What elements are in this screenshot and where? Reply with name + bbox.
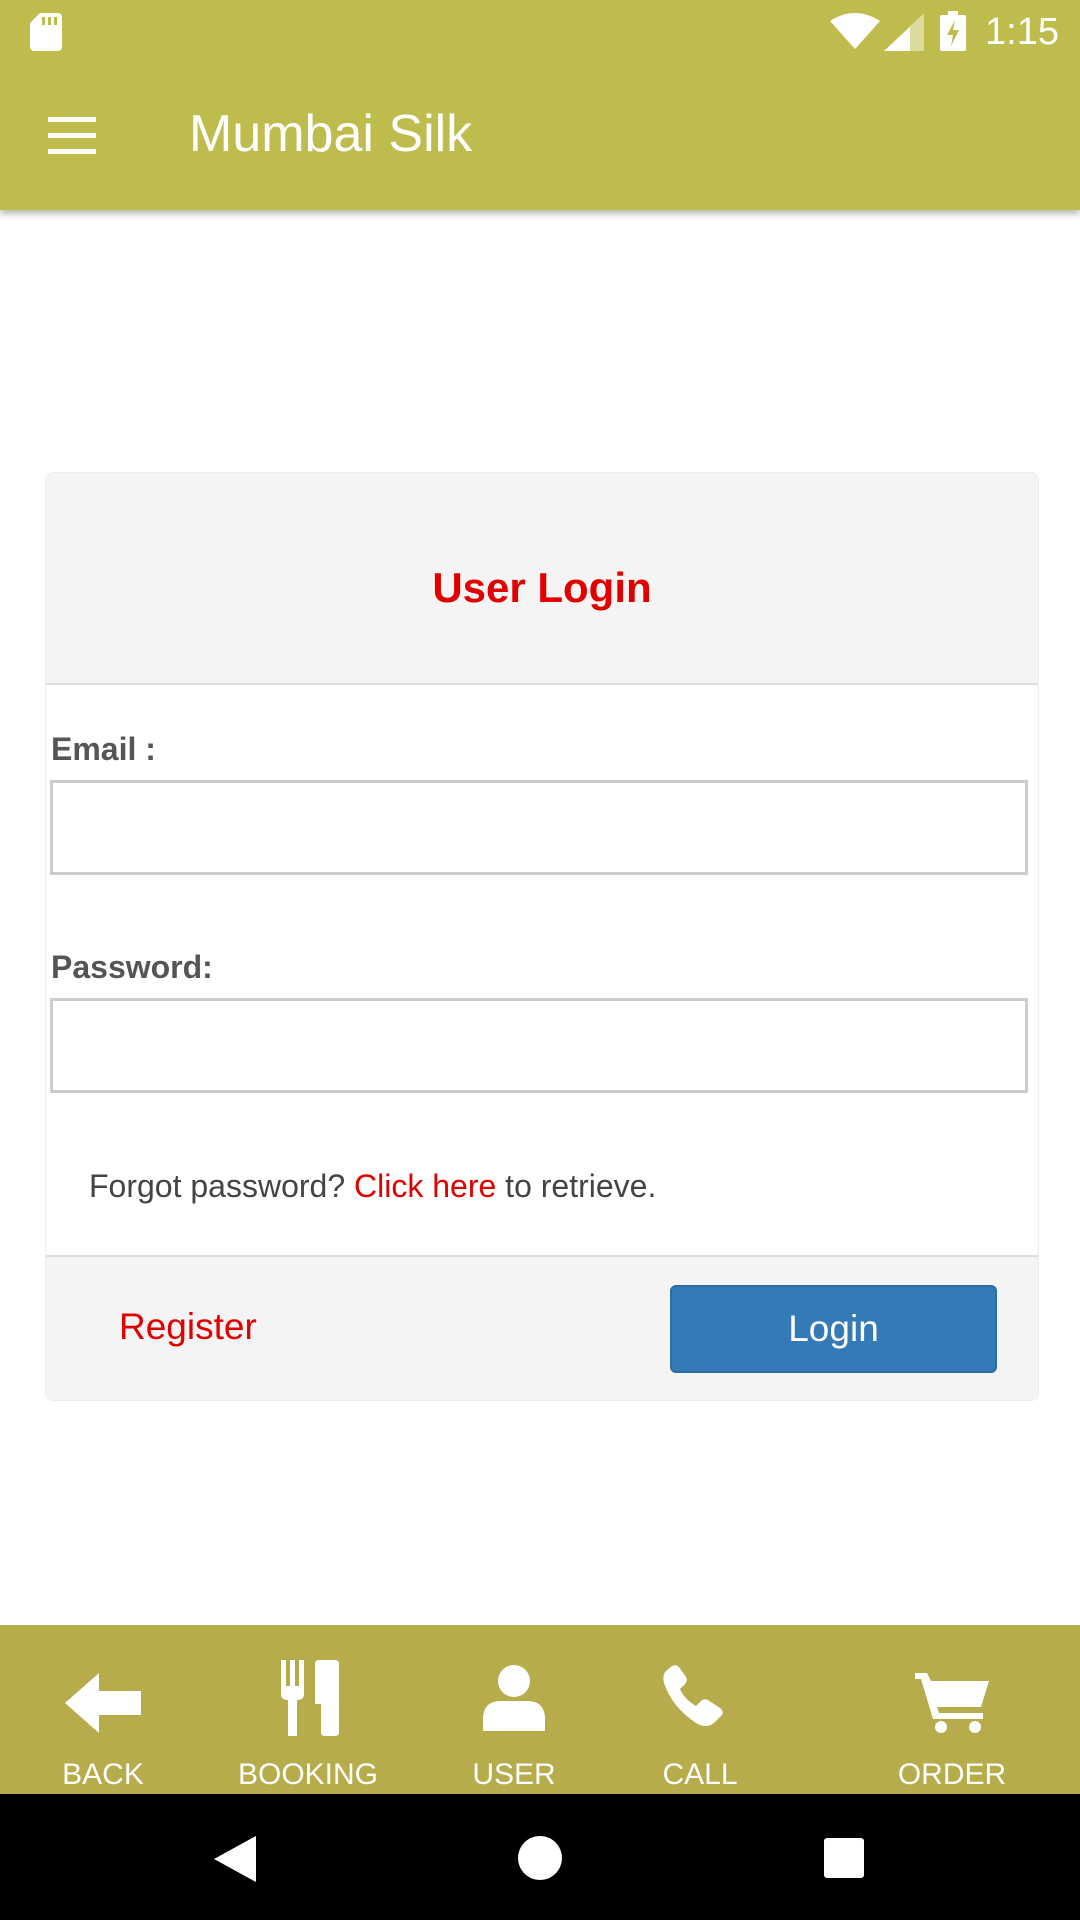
login-button[interactable]: Login: [670, 1285, 997, 1373]
nav-label-back: BACK: [62, 1758, 144, 1791]
login-card: User Login Email : Password: Forgot pass…: [45, 472, 1039, 1401]
forgot-password-row: Forgot password? Click here to retrieve.: [89, 1166, 656, 1206]
hamburger-menu-icon[interactable]: [40, 108, 104, 164]
status-clock: 1:15: [985, 11, 1059, 53]
register-link[interactable]: Register: [119, 1305, 257, 1349]
back-triangle-icon[interactable]: [214, 1836, 256, 1882]
bottom-nav: BACK BOOKING USER CALL ORDER: [0, 1625, 1080, 1794]
email-label: Email :: [51, 731, 156, 767]
sd-card-icon: [30, 13, 62, 51]
fork-knife-icon: [281, 1660, 339, 1736]
nav-label-order: ORDER: [897, 1758, 1007, 1791]
nav-item-user[interactable]: USER: [458, 1625, 570, 1794]
user-icon: [483, 1665, 545, 1731]
nav-item-call[interactable]: CALL: [644, 1625, 756, 1794]
battery-charging-icon: [940, 11, 966, 51]
login-title: User Login: [432, 564, 652, 611]
app-bar: Mumbai Silk: [0, 63, 1080, 210]
recents-square-icon[interactable]: [824, 1838, 864, 1878]
password-label: Password:: [51, 949, 213, 985]
status-bar: 1:15: [0, 0, 1080, 63]
home-circle-icon[interactable]: [518, 1836, 562, 1880]
forgot-password-text: Forgot password?: [89, 1168, 346, 1204]
login-card-footer: Register Login: [46, 1255, 1038, 1400]
email-field[interactable]: [50, 780, 1028, 875]
retrieve-password-link[interactable]: Click here: [354, 1168, 496, 1204]
wifi-icon: [830, 13, 880, 49]
nav-item-order[interactable]: ORDER: [892, 1625, 1012, 1794]
nav-item-back[interactable]: BACK: [47, 1625, 159, 1794]
system-nav-bar: [0, 1794, 1080, 1920]
forgot-password-suffix: to retrieve.: [505, 1168, 657, 1204]
nav-item-booking[interactable]: BOOKING: [230, 1625, 386, 1794]
nav-label-user: USER: [472, 1758, 556, 1791]
nav-label-booking: BOOKING: [237, 1758, 379, 1791]
phone-icon: [663, 1665, 723, 1726]
password-field[interactable]: [50, 998, 1028, 1093]
app-title: Mumbai Silk: [189, 105, 473, 163]
cart-icon: [915, 1673, 989, 1733]
signal-icon: [884, 13, 924, 51]
login-card-header: User Login: [46, 473, 1038, 685]
nav-label-call: CALL: [662, 1758, 738, 1791]
back-arrow-icon: [65, 1673, 141, 1733]
